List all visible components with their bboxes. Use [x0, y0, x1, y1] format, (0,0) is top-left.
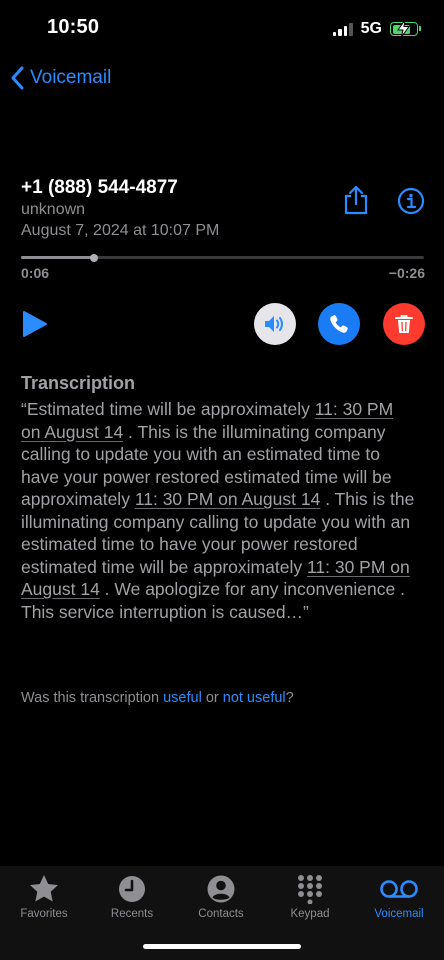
phone-icon — [330, 315, 348, 333]
status-indicators: 5G — [332, 20, 421, 38]
call-back-button[interactable] — [318, 303, 360, 345]
network-type: 5G — [360, 20, 382, 37]
tab-label: Keypad — [290, 908, 330, 920]
scrubber-handle[interactable] — [89, 253, 98, 262]
tab-label: Contacts — [198, 908, 244, 920]
status-bar: 10:50 5G — [0, 0, 444, 60]
scrubber-progress — [21, 256, 94, 259]
voicemail-date: August 7, 2024 at 10:07 PM — [21, 222, 220, 239]
feedback-prefix: Was this transcription — [21, 690, 164, 706]
caller-label: unknown — [21, 201, 86, 218]
trash-icon — [395, 315, 413, 333]
info-icon — [397, 187, 425, 215]
feedback-suffix: ? — [285, 690, 294, 706]
play-button[interactable] — [22, 310, 48, 338]
back-button[interactable]: Voicemail — [10, 66, 111, 90]
voicemail-icon — [380, 880, 418, 898]
home-indicator[interactable] — [143, 944, 301, 949]
caller-number: +1 (888) 544-4877 — [21, 177, 178, 198]
person-icon — [207, 875, 235, 903]
transcription-date-link[interactable]: 11: 30 PM on August 14 — [135, 489, 321, 509]
feedback-middle: or — [201, 690, 223, 706]
battery-icon — [390, 20, 421, 37]
star-icon — [30, 875, 58, 902]
tab-label: Favorites — [20, 908, 68, 920]
cellular-signal-icon — [332, 22, 353, 36]
remaining-time: −0:26 — [388, 265, 425, 281]
share-button[interactable] — [341, 185, 371, 215]
back-label: Voicemail — [30, 67, 112, 88]
delete-button[interactable] — [383, 303, 425, 345]
tab-label: Recents — [110, 908, 154, 920]
tab-favorites[interactable]: Favorites — [0, 872, 88, 920]
transcription-feedback: Was this transcription useful or not use… — [21, 690, 294, 706]
speaker-icon — [265, 316, 283, 332]
play-icon — [23, 311, 47, 337]
share-icon — [344, 185, 368, 215]
keypad-icon — [298, 875, 322, 904]
tab-keypad[interactable]: Keypad — [266, 872, 354, 920]
transcription-text: “Estimated time will be approximately 11… — [21, 398, 416, 623]
transcription-heading: Transcription — [21, 373, 136, 393]
info-button[interactable] — [397, 187, 425, 215]
tab-label: Voicemail — [374, 908, 424, 920]
charging-bolt-icon — [397, 20, 410, 37]
tab-voicemail[interactable]: Voicemail — [355, 872, 443, 920]
clock-icon — [119, 876, 145, 902]
speaker-button[interactable] — [254, 303, 296, 345]
transcription-segment: “Estimated time will be approximately — [21, 399, 315, 419]
elapsed-time: 0:06 — [21, 265, 50, 281]
chevron-left-icon — [11, 66, 24, 90]
tab-recents[interactable]: Recents — [88, 872, 176, 920]
not-useful-link[interactable]: not useful — [223, 690, 286, 706]
playback-scrubber[interactable] — [21, 253, 424, 262]
useful-link[interactable]: useful — [163, 690, 202, 706]
status-time: 10:50 — [47, 16, 100, 38]
tab-contacts[interactable]: Contacts — [177, 872, 265, 920]
